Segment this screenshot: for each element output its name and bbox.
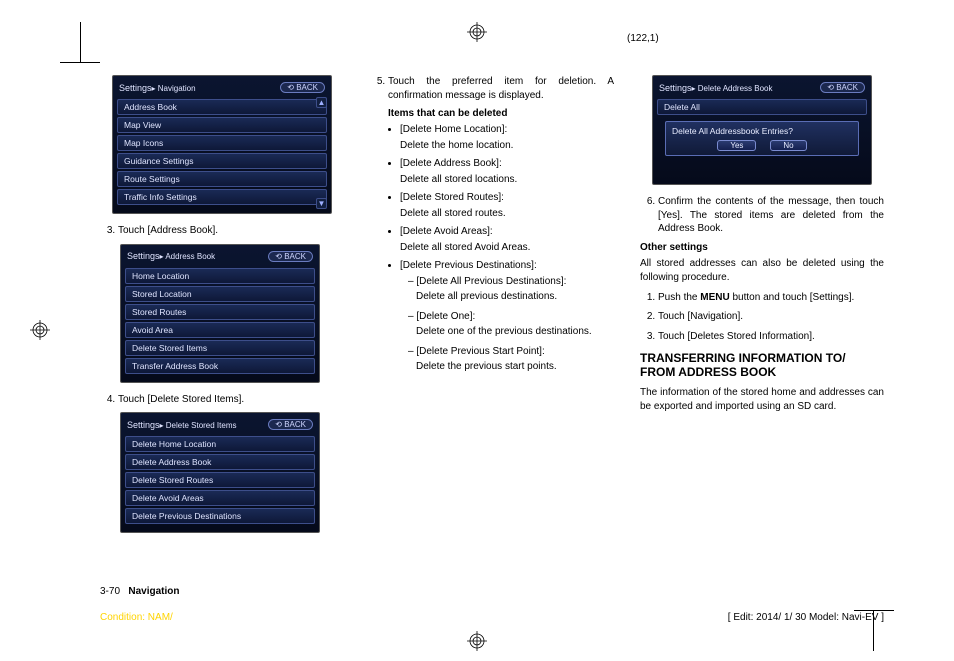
menu-item[interactable]: Map View (117, 117, 327, 133)
step-3: Touch [Address Book]. (118, 224, 344, 238)
menu-item[interactable]: Route Settings (117, 171, 327, 187)
menu-item[interactable]: Delete Stored Routes (125, 472, 315, 488)
bullet-item: [Delete Previous Destinations]: (400, 259, 614, 273)
menu-item[interactable]: Delete All (657, 99, 867, 115)
menu-item[interactable]: Transfer Address Book (125, 358, 315, 374)
menu-item[interactable]: Stored Routes (125, 304, 315, 320)
menu-item[interactable]: Stored Location (125, 286, 315, 302)
menu-item[interactable]: Guidance Settings (117, 153, 327, 169)
bullet-desc: Delete all stored routes. (400, 207, 614, 221)
page-footer: 3-70 Navigation (100, 586, 179, 597)
menu-item[interactable]: Home Location (125, 268, 315, 284)
dash-desc: Delete the previous start points. (416, 360, 614, 374)
menu-item[interactable]: Map Icons (117, 135, 327, 151)
menu-item[interactable]: Delete Stored Items (125, 340, 315, 356)
back-button[interactable]: ⟲ BACK (268, 419, 313, 430)
step-5: Touch the preferred item for deletion. A… (388, 75, 614, 102)
back-button[interactable]: ⟲ BACK (820, 82, 865, 93)
bullet-item: [Delete Stored Routes]: (400, 191, 614, 205)
dash-item: [Delete One]: (408, 310, 614, 324)
bullet-desc: Delete all stored Avoid Areas. (400, 241, 614, 255)
other-settings-heading: Other settings (640, 242, 884, 253)
edit-stamp: [ Edit: 2014/ 1/ 30 Model: Navi-EV ] (728, 612, 884, 623)
no-button[interactable]: No (770, 140, 806, 151)
scroll-down-icon[interactable]: ▼ (316, 198, 327, 209)
condition-stamp: Condition: NAM/ (100, 612, 173, 623)
menu-item[interactable]: Avoid Area (125, 322, 315, 338)
section-heading: TRANSFERRING INFORMATION TO/FROM ADDRESS… (640, 351, 884, 380)
menu-item[interactable]: Delete Avoid Areas (125, 490, 315, 506)
column-3: Settings▸ Delete Address Book ⟲ BACK Del… (640, 75, 884, 543)
screenshot-address-book: Settings▸ Address Book ⟲ BACK Home Locat… (120, 244, 320, 383)
step-6: Confirm the contents of the message, the… (658, 195, 884, 236)
dash-desc: Delete one of the previous destinations. (416, 325, 614, 339)
confirmation-dialog: Delete All Addressbook Entries? Yes No (665, 121, 859, 156)
menu-item[interactable]: Traffic Info Settings (117, 189, 327, 205)
transfer-para: The information of the stored home and a… (640, 386, 884, 414)
items-heading: Items that can be deleted (388, 108, 614, 119)
page-coordinate: (122,1) (627, 33, 659, 44)
menu-item[interactable]: Delete Previous Destinations (125, 508, 315, 524)
dialog-message: Delete All Addressbook Entries? (672, 126, 852, 136)
screenshot-delete-confirm: Settings▸ Delete Address Book ⟲ BACK Del… (652, 75, 872, 185)
menu-item[interactable]: Delete Address Book (125, 454, 315, 470)
crop-mark (80, 22, 81, 62)
bullet-item: [Delete Avoid Areas]: (400, 225, 614, 239)
scroll-up-icon[interactable]: ▲ (316, 97, 327, 108)
dash-desc: Delete all previous destinations. (416, 290, 614, 304)
page-body: Settings▸ Navigation ⟲ BACK Address Book… (100, 75, 884, 601)
registration-mark-icon (467, 631, 487, 651)
device-title: Settings▸ Navigation (119, 83, 196, 93)
bullet-item: [Delete Address Book]: (400, 157, 614, 171)
other-settings-para: All stored addresses can also be deleted… (640, 257, 884, 285)
column-2: Touch the preferred item for deletion. A… (370, 75, 614, 543)
other-step-1: Push the MENU button and touch [Settings… (658, 291, 884, 305)
screenshot-settings-navigation: Settings▸ Navigation ⟲ BACK Address Book… (112, 75, 332, 214)
menu-item[interactable]: Delete Home Location (125, 436, 315, 452)
device-title: Settings▸ Delete Stored Items (127, 420, 236, 430)
screenshot-delete-stored-items: Settings▸ Delete Stored Items ⟲ BACK Del… (120, 412, 320, 533)
bullet-desc: Delete the home location. (400, 139, 614, 153)
back-button[interactable]: ⟲ BACK (268, 251, 313, 262)
registration-mark-icon (467, 22, 487, 42)
crop-mark (60, 62, 100, 63)
step-4: Touch [Delete Stored Items]. (118, 393, 344, 407)
bullet-item: [Delete Home Location]: (400, 123, 614, 137)
yes-button[interactable]: Yes (717, 140, 756, 151)
device-title: Settings▸ Address Book (127, 251, 215, 261)
dash-item: [Delete All Previous Destinations]: (408, 275, 614, 289)
dash-item: [Delete Previous Start Point]: (408, 345, 614, 359)
column-1: Settings▸ Navigation ⟲ BACK Address Book… (100, 75, 344, 543)
menu-item[interactable]: Address Book (117, 99, 327, 115)
other-step-2: Touch [Navigation]. (658, 310, 884, 324)
scrollbar[interactable]: ▲ ▼ (316, 97, 327, 209)
other-step-3: Touch [Deletes Stored Information]. (658, 330, 884, 344)
device-title: Settings▸ Delete Address Book (659, 83, 773, 93)
back-button[interactable]: ⟲ BACK (280, 82, 325, 93)
crop-mark (854, 610, 894, 611)
bullet-desc: Delete all stored locations. (400, 173, 614, 187)
registration-mark-icon (30, 320, 50, 340)
